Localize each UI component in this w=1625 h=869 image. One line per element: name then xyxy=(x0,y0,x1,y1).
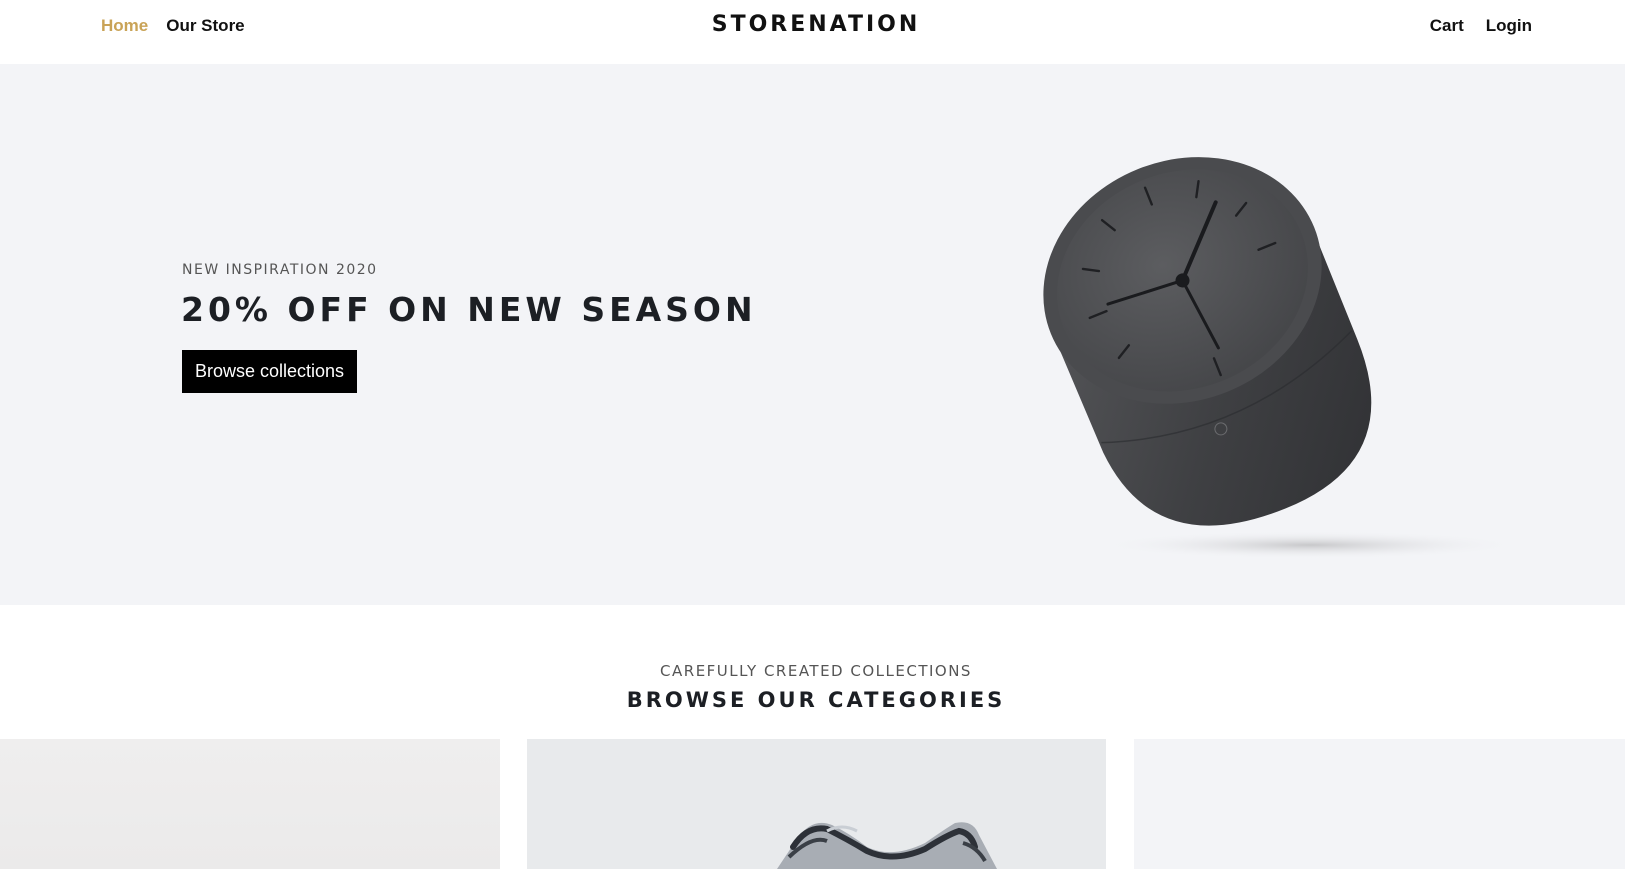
hero-eyebrow: NEW INSPIRATION 2020 xyxy=(182,262,378,278)
brand-logo[interactable]: STORENATION xyxy=(0,12,1625,37)
categories-eyebrow: CAREFULLY CREATED COLLECTIONS xyxy=(660,662,972,680)
hero-title: 20% OFF ON NEW SEASON xyxy=(181,290,757,329)
category-image xyxy=(1134,739,1625,869)
categories-title: BROWSE OUR CATEGORIES xyxy=(626,688,1006,712)
category-card-1[interactable] xyxy=(0,739,500,869)
browse-collections-button[interactable]: Browse collections xyxy=(182,350,357,393)
clock-illustration xyxy=(1043,157,1520,559)
nav-link-cart[interactable]: Cart xyxy=(1430,15,1464,37)
category-card-2[interactable] xyxy=(527,739,1106,869)
desk-clock-image xyxy=(1020,149,1520,569)
navbar: Home Our Store STORENATION Cart Login xyxy=(0,0,1625,64)
nav-right: Cart Login xyxy=(1430,15,1532,37)
hero-banner: NEW INSPIRATION 2020 20% OFF ON NEW SEAS… xyxy=(0,64,1625,605)
sneaker-image xyxy=(777,822,997,869)
category-image xyxy=(0,739,500,869)
category-card-3[interactable] xyxy=(1134,739,1625,869)
nav-link-login[interactable]: Login xyxy=(1486,15,1532,37)
